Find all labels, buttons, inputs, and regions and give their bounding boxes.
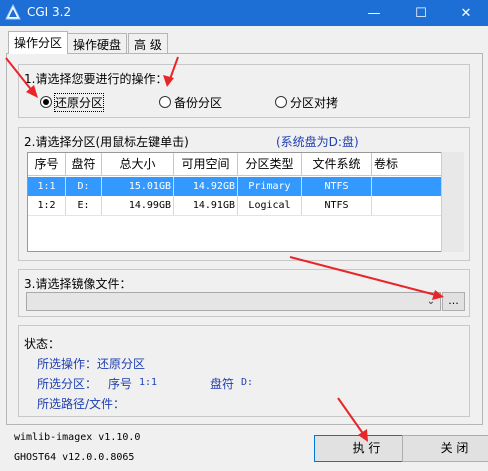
cell-partition-type: Logical <box>238 196 302 215</box>
table-header: 序号 盘符 总大小 可用空间 分区类型 文件系统 卷标 <box>28 153 463 176</box>
cell-free-space: 14.91GB <box>174 196 238 215</box>
title-bar: CGI 3.2 — ☐ ✕ <box>0 0 488 26</box>
col-free-space[interactable]: 可用空间 <box>174 153 238 176</box>
status-path: 所选路径/文件： <box>37 397 126 411</box>
status-drive-label: 盘符 <box>210 377 235 391</box>
cell-partition-type: Primary <box>238 177 302 196</box>
cell-filesystem: NTFS <box>302 177 372 196</box>
minimize-button[interactable]: — <box>352 0 396 26</box>
chevron-down-icon[interactable]: ⌄ <box>424 294 438 309</box>
app-icon <box>5 4 21 20</box>
cell-seq: 1:2 <box>28 196 66 215</box>
image-label: 3.请选择镜像文件： <box>24 277 132 291</box>
radio-dot <box>275 96 287 108</box>
browse-button[interactable]: ... <box>442 292 465 311</box>
cell-volume-label <box>372 177 442 196</box>
table-row[interactable]: 1:1 D: 15.01GB 14.92GB Primary NTFS <box>28 177 442 196</box>
cell-total-size: 15.01GB <box>102 177 174 196</box>
app-window: CGI 3.2 — ☐ ✕ 操作分区 操作硬盘 高 级 1.请选择您要进行的操作… <box>0 0 488 471</box>
col-volume-label[interactable]: 卷标 <box>372 153 442 176</box>
col-partition-type[interactable]: 分区类型 <box>238 153 302 176</box>
tab-operate-partition[interactable]: 操作分区 <box>8 31 69 54</box>
status-operation: 所选操作：还原分区 <box>37 357 146 371</box>
image-file-combobox[interactable]: ⌄ <box>26 292 441 311</box>
status-partition-prefix: 所选分区： <box>37 377 98 391</box>
close-button[interactable]: 关 闭 <box>402 435 488 462</box>
status-drive-value: D: <box>241 377 254 388</box>
radio-copy-label: 分区对拷 <box>290 95 339 110</box>
close-window-button[interactable]: ✕ <box>444 0 488 26</box>
radio-dot <box>159 96 171 108</box>
radio-backup-partition[interactable]: 备份分区 <box>159 95 223 110</box>
cell-filesystem: NTFS <box>302 196 372 215</box>
maximize-button[interactable]: ☐ <box>399 0 443 26</box>
cell-total-size: 14.99GB <box>102 196 174 215</box>
wimlib-version: wimlib-imagex v1.10.0 <box>14 432 141 443</box>
col-filesystem[interactable]: 文件系统 <box>302 153 372 176</box>
cell-free-space: 14.92GB <box>174 177 238 196</box>
operation-label: 1.请选择您要进行的操作： <box>24 72 168 86</box>
cell-volume-label <box>372 196 442 215</box>
table-scrollbar[interactable] <box>441 152 464 252</box>
status-seq-value: 1:1 <box>139 377 158 388</box>
radio-restore-partition[interactable]: 还原分区 <box>40 92 105 112</box>
col-seq[interactable]: 序号 <box>28 153 66 176</box>
cell-drive: D: <box>66 177 102 196</box>
radio-restore-label: 还原分区 <box>53 92 105 112</box>
radio-backup-label: 备份分区 <box>174 95 223 110</box>
radio-dot <box>40 96 52 108</box>
col-total-size[interactable]: 总大小 <box>102 153 174 176</box>
tab-advanced[interactable]: 高 级 <box>128 33 168 53</box>
radio-copy-partition[interactable]: 分区对拷 <box>275 95 339 110</box>
window-title: CGI 3.2 <box>27 5 72 19</box>
system-disk-note: (系统盘为D:盘) <box>276 135 359 149</box>
partition-label: 2.请选择分区(用鼠标左键单击) <box>24 135 189 149</box>
table-row-empty <box>28 215 442 234</box>
tab-operate-disk[interactable]: 操作硬盘 <box>67 33 128 53</box>
partition-table: 序号 盘符 总大小 可用空间 分区类型 文件系统 卷标 1:1 D: 15.01… <box>27 152 464 252</box>
cell-seq: 1:1 <box>28 177 66 196</box>
cell-drive: E: <box>66 196 102 215</box>
ghost-version: GHOST64 v12.0.0.8065 <box>14 452 135 463</box>
status-label: 状态： <box>24 337 61 351</box>
status-seq-label: 序号 <box>108 377 133 391</box>
table-row[interactable]: 1:2 E: 14.99GB 14.91GB Logical NTFS <box>28 196 442 215</box>
col-drive[interactable]: 盘符 <box>66 153 102 176</box>
